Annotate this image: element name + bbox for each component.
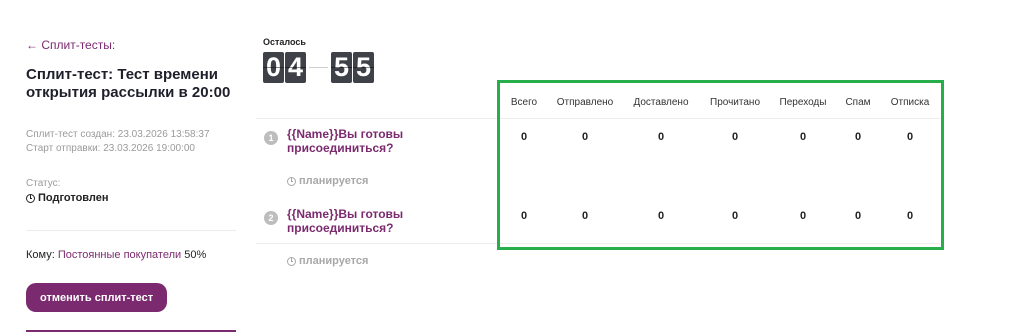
stats-column-header: Отписка: [890, 97, 930, 108]
stats-cell: 0: [854, 131, 862, 143]
timer-minutes: 5 5: [331, 52, 374, 83]
clock-icon: [287, 176, 296, 186]
recipients-percent: 50%: [184, 249, 207, 261]
stats-cell: 0: [581, 210, 589, 222]
stats-column-header: Прочитано: [710, 97, 760, 108]
stats-cell: 0: [520, 210, 528, 222]
stats-cell: 0: [731, 210, 739, 222]
stats-cell: 0: [906, 210, 914, 222]
split-test-dates: Сплит-тест создан: 23.03.2026 13:58:37 С…: [26, 128, 210, 156]
variant-status-label: планируется: [299, 255, 369, 267]
stats-cell: 0: [657, 210, 665, 222]
stats-column-header: Отправлено: [556, 97, 614, 108]
divider: [26, 230, 236, 231]
stats-column-header: Переходы: [779, 97, 827, 108]
variant-item: 1 {{Name}}Вы готовы присоединиться? план…: [264, 127, 504, 197]
timer-digit: 0: [263, 52, 284, 83]
split-test-sidebar: ← Сплит-тесты: Сплит-тест: Тест времени …: [26, 0, 238, 335]
stats-cell: 0: [731, 131, 739, 143]
created-date: Сплит-тест создан: 23.03.2026 13:58:37: [26, 129, 210, 140]
variant-item: 2 {{Name}}Вы готовы присоединиться? план…: [264, 207, 504, 277]
status-label: Статус:: [26, 178, 61, 189]
variant-subject-link[interactable]: {{Name}}Вы готовы присоединиться?: [287, 127, 487, 155]
timer-label: Осталось: [263, 37, 306, 47]
back-to-split-tests-link[interactable]: ← Сплит-тесты:: [26, 38, 115, 52]
timer-hours: 0 4: [263, 52, 306, 83]
recipients-segment-link[interactable]: Постоянные покупатели: [58, 249, 181, 261]
stats-column-header: Доставлено: [633, 97, 689, 108]
timer-digit: 4: [285, 52, 306, 83]
stats-cell: 0: [906, 131, 914, 143]
stats-cell: 0: [520, 131, 528, 143]
stats-cell: 0: [854, 210, 862, 222]
stats-cell: 0: [799, 210, 807, 222]
clock-icon: [26, 193, 35, 203]
variant-subject-link[interactable]: {{Name}}Вы готовы присоединиться?: [287, 207, 487, 235]
page-title: Сплит-тест: Тест времени открытия рассыл…: [26, 66, 231, 101]
variant-number: 1: [264, 131, 278, 145]
variant-status-label: планируется: [299, 175, 369, 187]
clock-icon: [287, 256, 296, 266]
recipients-info: Кому: Постоянные покупатели 50%: [26, 249, 206, 261]
timer-digit: 5: [331, 52, 352, 83]
recipients-label: Кому:: [26, 249, 55, 261]
stats-cell: 0: [581, 131, 589, 143]
cancel-split-test-button[interactable]: отменить сплит-тест: [26, 283, 168, 312]
variant-number: 2: [264, 211, 278, 225]
divider: [26, 330, 236, 332]
status-badge: Подготовлен: [26, 192, 109, 204]
stats-column-header: Спам: [845, 97, 871, 108]
timer-separator: [309, 67, 328, 68]
stats-column-header: Всего: [510, 97, 538, 108]
stats-cell: 0: [657, 131, 665, 143]
send-start-date: Старт отправки: 23.03.2026 19:00:00: [26, 143, 195, 154]
variant-status: планируется: [287, 255, 368, 267]
status-value: Подготовлен: [38, 192, 109, 204]
timer-digit: 5: [353, 52, 374, 83]
countdown-timer: Осталось 0 4 5 5: [263, 37, 374, 83]
variant-status: планируется: [287, 175, 368, 187]
stats-cell: 0: [799, 131, 807, 143]
